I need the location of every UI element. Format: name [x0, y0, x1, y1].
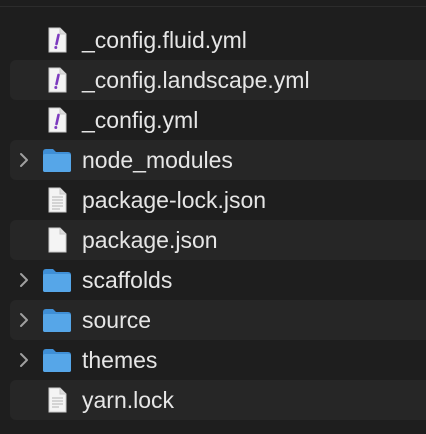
- document-icon: [48, 387, 67, 413]
- document-icon: [48, 187, 67, 213]
- list-item[interactable]: source: [0, 300, 426, 340]
- file-name: yarn.lock: [82, 387, 175, 413]
- folder-name: source: [82, 307, 152, 333]
- list-item[interactable]: _config.yml: [0, 100, 426, 140]
- chevron-right-icon[interactable]: [17, 312, 31, 328]
- chevron-right-icon[interactable]: [17, 152, 31, 168]
- yml-file-icon: [48, 107, 67, 133]
- chevron-right-icon[interactable]: [17, 352, 31, 368]
- file-name: package.json: [82, 227, 218, 253]
- folder-icon: [43, 309, 71, 332]
- folder-name: themes: [82, 347, 158, 373]
- list-item[interactable]: _config.fluid.yml: [0, 20, 426, 60]
- folder-icon: [43, 269, 71, 292]
- folder-name: node_modules: [82, 147, 233, 173]
- yml-file-icon: [48, 67, 67, 93]
- list-item[interactable]: yarn.lock: [0, 380, 426, 420]
- list-item[interactable]: themes: [0, 340, 426, 380]
- list-item[interactable]: scaffolds: [0, 260, 426, 300]
- file-name: package-lock.json: [82, 187, 267, 213]
- list-item[interactable]: package-lock.json: [0, 180, 426, 220]
- chevron-right-icon[interactable]: [17, 272, 31, 288]
- folder-icon: [43, 349, 71, 372]
- list-item[interactable]: package.json: [0, 220, 426, 260]
- window-top-divider: [0, 6, 426, 7]
- list-item[interactable]: node_modules: [0, 140, 426, 180]
- file-name: _config.landscape.yml: [82, 67, 310, 93]
- yml-file-icon: [48, 27, 67, 53]
- file-list: _config.fluid.yml _config.landscape.yml …: [0, 20, 426, 420]
- document-icon: [48, 227, 67, 253]
- file-name: _config.yml: [82, 107, 199, 133]
- folder-name: scaffolds: [82, 267, 173, 293]
- folder-icon: [43, 149, 71, 172]
- list-item[interactable]: _config.landscape.yml: [0, 60, 426, 100]
- file-name: _config.fluid.yml: [82, 27, 247, 53]
